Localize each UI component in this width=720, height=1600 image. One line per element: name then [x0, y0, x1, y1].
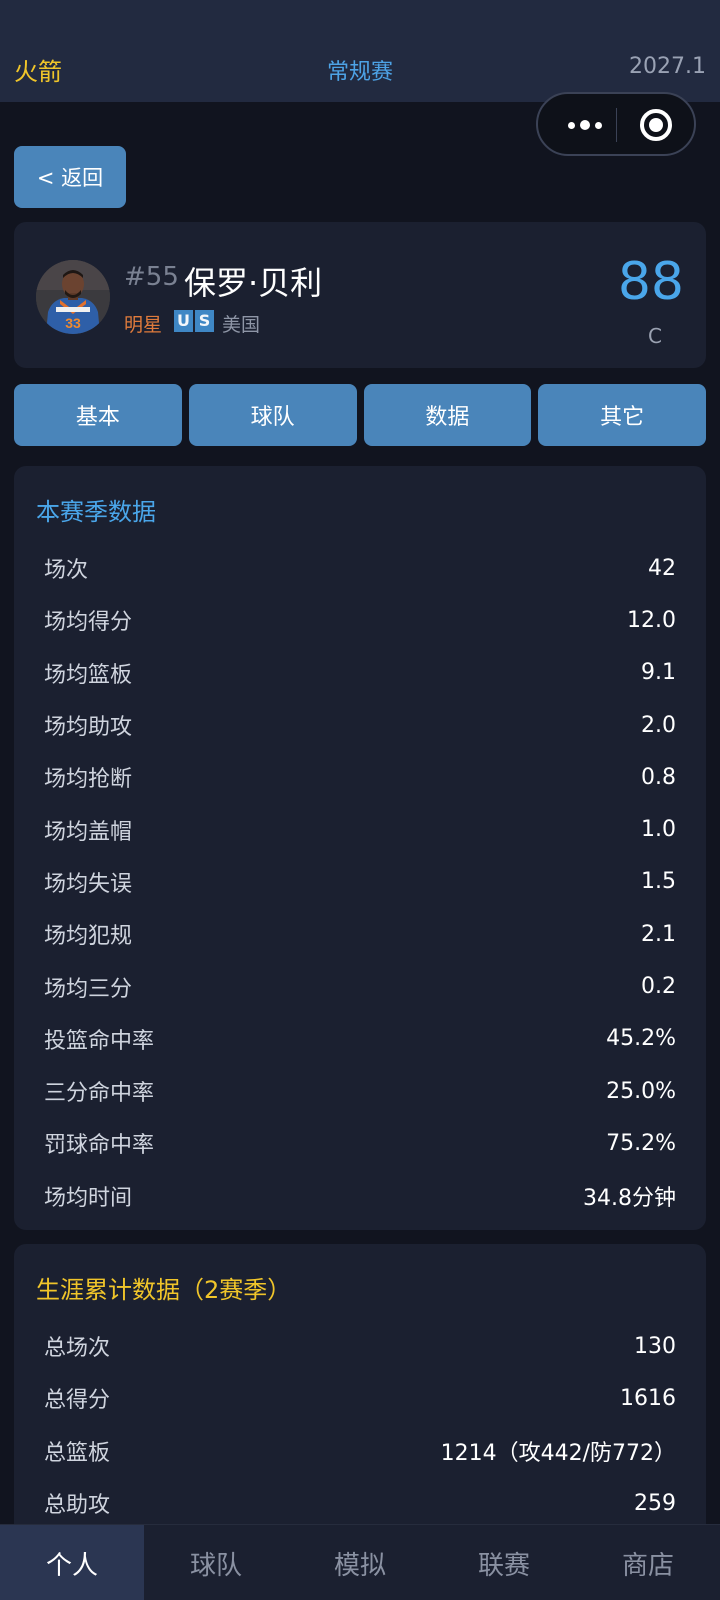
player-rating: 88 [617, 252, 684, 312]
tab-team[interactable]: 球队 [188, 384, 357, 446]
stat-row: 三分命中率 25.0% [14, 1065, 706, 1117]
stat-label: 罚球命中率 [44, 1133, 155, 1159]
nav-simulate[interactable]: 模拟 [288, 1525, 432, 1600]
stat-value: 9.1 [641, 660, 676, 686]
stat-label: 总场次 [44, 1336, 111, 1362]
stat-label: 场均犯规 [44, 924, 133, 950]
player-position: C [648, 324, 662, 348]
stat-label: 总得分 [44, 1388, 111, 1414]
stat-value: 2.0 [641, 712, 676, 738]
capsule-divider [616, 108, 617, 142]
nav-personal[interactable]: 个人 [0, 1525, 144, 1600]
stat-value: 1.0 [641, 817, 676, 843]
stat-row: 投篮命中率 45.2% [14, 1013, 706, 1065]
stat-row: 场均盖帽 1.0 [14, 803, 706, 855]
bottom-nav: 个人 球队 模拟 联赛 商店 [0, 1524, 720, 1600]
tab-bar: 基本 球队 数据 其它 [14, 384, 706, 446]
stat-value: 12.0 [627, 607, 676, 633]
stat-row: 场均抢断 0.8 [14, 751, 706, 803]
tab-other[interactable]: 其它 [538, 384, 706, 446]
stat-label: 场均时间 [44, 1185, 133, 1211]
nav-team[interactable]: 球队 [144, 1525, 288, 1600]
stat-row: 罚球命中率 75.2% [14, 1117, 706, 1169]
stat-label: 场均盖帽 [44, 819, 133, 845]
career-stats-title: 生涯累计数据（2赛季） [36, 1276, 292, 1304]
stat-row: 场均失误 1.5 [14, 856, 706, 908]
stat-row: 总助攻 259 [14, 1477, 706, 1529]
stat-label: 场均抢断 [44, 767, 133, 793]
stat-row: 场均篮板 9.1 [14, 647, 706, 699]
player-number: #55 [124, 262, 179, 292]
stat-row: 总场次 130 [14, 1320, 706, 1372]
top-bar: 火箭 常规赛 2027.1 [0, 0, 720, 102]
stat-row: 场次 42 [14, 542, 706, 594]
stat-value: 1616 [620, 1385, 676, 1411]
stat-value: 0.2 [641, 974, 676, 1000]
stat-value: 25.0% [606, 1078, 676, 1104]
us-flag-icon: U S [174, 310, 214, 332]
season-stats-list: 场次 42 场均得分 12.0 场均篮板 9.1 场均助攻 2.0 场均抢断 0.8 场均盖帽 1.0… [14, 542, 706, 1222]
player-country: 美国 [222, 314, 261, 336]
stat-row: 场均三分 0.2 [14, 960, 706, 1012]
player-level: 明星 [124, 314, 163, 336]
stat-row: 场均时间 34.8分钟 [14, 1170, 706, 1222]
stat-value: 34.8分钟 [583, 1185, 676, 1211]
stat-label: 总助攻 [44, 1493, 111, 1519]
season-stats-title: 本赛季数据 [36, 498, 156, 526]
stat-row: 总篮板 1214（攻442/防772） [14, 1425, 706, 1477]
stat-value: 259 [634, 1490, 676, 1516]
stat-row: 场均助攻 2.0 [14, 699, 706, 751]
more-icon[interactable] [560, 108, 610, 142]
player-name: 保罗·贝利 [184, 264, 323, 302]
nav-league[interactable]: 联赛 [432, 1525, 576, 1600]
stat-row: 场均犯规 2.1 [14, 908, 706, 960]
stat-label: 场均助攻 [44, 715, 133, 741]
stat-label: 场次 [44, 558, 89, 584]
miniprogram-capsule [536, 92, 696, 156]
stat-value: 1.5 [641, 869, 676, 895]
stat-label: 总篮板 [44, 1440, 111, 1466]
stat-value: 42 [648, 555, 676, 581]
stat-label: 场均失误 [44, 871, 133, 897]
stat-value: 2.1 [641, 921, 676, 947]
stat-value: 0.8 [641, 764, 676, 790]
flag-letter: S [195, 310, 214, 332]
stat-label: 投篮命中率 [44, 1028, 155, 1054]
career-stats-list: 总场次 130 总得分 1616 总篮板 1214（攻442/防772） 总助攻 259 [14, 1320, 706, 1529]
stat-label: 场均篮板 [44, 662, 133, 688]
season-stats-card: 本赛季数据 场次 42 场均得分 12.0 场均篮板 9.1 场均助攻 2.0 场均抢断 0.8 场… [14, 466, 706, 1230]
stat-value: 130 [634, 1333, 676, 1359]
game-date: 2027.1 [629, 54, 706, 79]
stat-row: 总得分 1616 [14, 1372, 706, 1424]
player-card: 33 #55 保罗·贝利 明星 U S 美国 88 C [14, 222, 706, 368]
jersey-number: 33 [65, 315, 81, 331]
stat-label: 三分命中率 [44, 1081, 155, 1107]
flag-letter: U [174, 310, 193, 332]
stat-value: 45.2% [606, 1026, 676, 1052]
tab-basic[interactable]: 基本 [14, 384, 182, 446]
player-avatar: 33 [36, 260, 110, 334]
nav-shop[interactable]: 商店 [576, 1525, 720, 1600]
close-target-icon[interactable] [640, 109, 672, 141]
stat-value: 1214（攻442/防772） [440, 1440, 676, 1466]
stat-row: 场均得分 12.0 [14, 594, 706, 646]
back-button[interactable]: < 返回 [14, 146, 126, 208]
season-phase: 常规赛 [326, 60, 393, 85]
stat-label: 场均得分 [44, 610, 133, 636]
tab-stats[interactable]: 数据 [363, 384, 532, 446]
stat-value: 75.2% [606, 1130, 676, 1156]
stat-label: 场均三分 [44, 976, 133, 1002]
